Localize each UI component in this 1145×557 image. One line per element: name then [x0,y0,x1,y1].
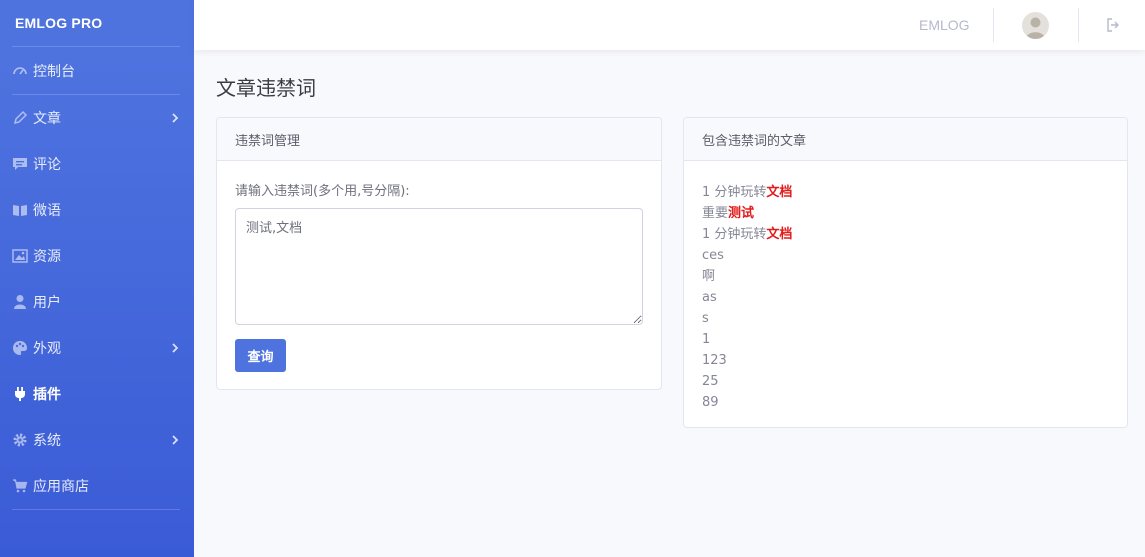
article-title: 123 [702,353,727,368]
topbar-divider [993,8,994,42]
gear-icon [11,431,29,449]
keywords-input[interactable] [235,208,643,325]
chevron-right-icon [170,112,180,124]
plug-icon [11,385,29,403]
sidebar-item-label: 插件 [33,387,61,403]
sidebar-item-twitter[interactable]: 微语 [0,187,194,233]
chevron-right-icon [170,434,180,446]
article-title: s [702,311,709,326]
article-item[interactable]: 1 [702,329,1109,350]
topbar-divider [1078,8,1079,42]
article-item[interactable]: ces [702,245,1109,266]
user-name[interactable]: EMLOG [919,17,970,33]
articles-card-header: 包含违禁词的文章 [684,118,1127,161]
article-item[interactable]: 1 分钟玩转文档 [702,182,1109,203]
keyword-highlight: 文档 [766,185,793,200]
article-item[interactable]: 啊 [702,266,1109,287]
user-icon [11,293,29,311]
article-title: ces [702,248,724,263]
cart-icon [11,477,29,495]
article-title: 89 [702,395,719,410]
sidebar: EMLOG PRO 控制台 文章 评论 微语 资源 用户 外观 插件 系统 应用… [0,0,194,557]
image-icon [11,247,29,265]
sidebar-item-label: 资源 [33,249,61,265]
sidebar-item-label: 应用商店 [33,479,89,495]
palette-icon [11,339,29,357]
article-title: 25 [702,374,719,389]
sidebar-item-label: 文章 [33,111,61,127]
sidebar-divider [12,509,180,510]
chevron-right-icon [170,342,180,354]
article-title: 1 分钟玩转 [702,227,767,242]
page-title: 文章违禁词 [216,76,316,100]
sidebar-item-media[interactable]: 资源 [0,233,194,279]
article-item[interactable]: 25 [702,371,1109,392]
article-title: 重要 [702,206,729,221]
avatar[interactable] [1022,12,1049,39]
pencil-icon [11,109,29,127]
keywords-label: 请输入违禁词(多个用,号分隔): [235,184,410,199]
sidebar-item-plugins[interactable]: 插件 [0,371,194,417]
sidebar-item-system[interactable]: 系统 [0,417,194,463]
sidebar-item-users[interactable]: 用户 [0,279,194,325]
sidebar-item-dashboard[interactable]: 控制台 [0,47,194,94]
comment-icon [11,155,29,173]
sidebar-item-label: 微语 [33,203,61,219]
sidebar-item-comments[interactable]: 评论 [0,141,194,187]
article-title: 1 [702,332,711,347]
topbar: EMLOG [194,0,1145,50]
sidebar-item-appearance[interactable]: 外观 [0,325,194,371]
brand-logo[interactable]: EMLOG PRO [0,0,194,46]
sidebar-item-articles[interactable]: 文章 [0,95,194,141]
query-button[interactable]: 查询 [235,339,286,372]
sidebar-item-label: 外观 [33,341,61,357]
sidebar-item-label: 控制台 [33,63,75,80]
sidebar-item-label: 系统 [33,433,61,449]
articles-card: 包含违禁词的文章 1 分钟玩转文档 重要测试 1 分钟玩转文档 ces 啊 as s 1 123… [683,117,1128,428]
article-item[interactable]: 123 [702,350,1109,371]
article-title: as [702,290,717,305]
manage-card-header: 违禁词管理 [217,118,661,161]
keyword-highlight: 测试 [728,206,755,221]
book-icon [11,201,29,219]
logout-icon[interactable] [1106,18,1120,32]
article-title: 啊 [702,269,716,284]
article-item[interactable]: as [702,287,1109,308]
manage-card: 违禁词管理 请输入违禁词(多个用,号分隔): 查询 [216,117,662,390]
dashboard-icon [11,62,29,80]
article-item[interactable]: s [702,308,1109,329]
keyword-highlight: 文档 [766,227,793,242]
sidebar-item-store[interactable]: 应用商店 [0,463,194,509]
article-item[interactable]: 1 分钟玩转文档 [702,224,1109,245]
article-item[interactable]: 89 [702,392,1109,413]
article-title: 1 分钟玩转 [702,185,767,200]
sidebar-item-label: 评论 [33,157,61,173]
article-list: 1 分钟玩转文档 重要测试 1 分钟玩转文档 ces 啊 as s 1 123 25 89 [702,180,1109,413]
sidebar-item-label: 用户 [33,295,61,311]
article-item[interactable]: 重要测试 [702,203,1109,224]
